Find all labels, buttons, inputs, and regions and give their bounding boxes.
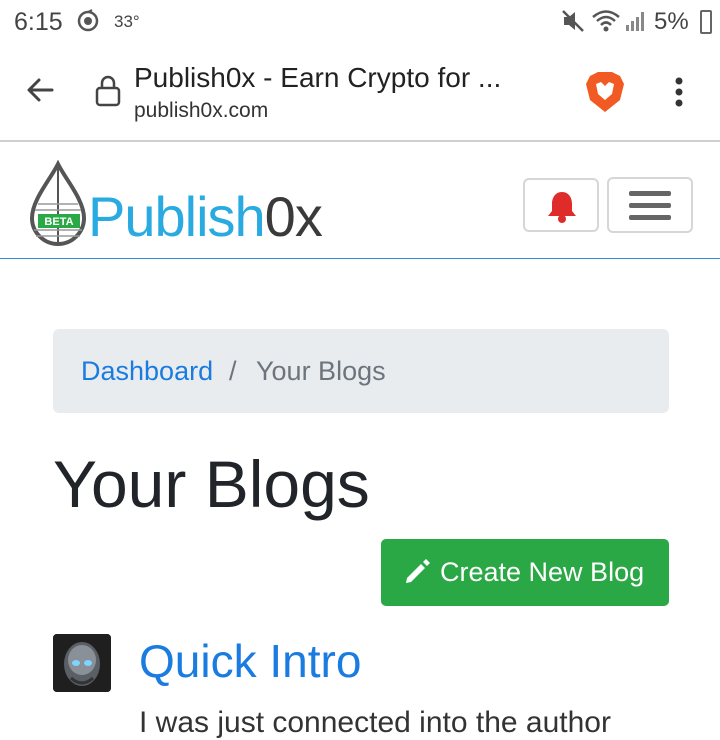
breadcrumb-current: Your Blogs (256, 356, 386, 386)
browser-url-bar: Publish0x - Earn Crypto for ... publish0… (0, 44, 720, 142)
status-bar: 6:15 33° 5% (0, 0, 720, 44)
more-vert-icon[interactable] (670, 76, 688, 115)
site-logo-text[interactable]: Publish0x (88, 184, 323, 249)
hamburger-menu-button[interactable] (607, 177, 693, 233)
breadcrumb-separator: / (229, 356, 237, 386)
blog-excerpt: I was just connected into the author (139, 706, 611, 739)
hamburger-menu-icon (629, 203, 671, 208)
sync-icon (76, 9, 100, 38)
browser-host[interactable]: publish0x.com (134, 99, 268, 123)
pencil-icon (406, 559, 430, 583)
hamburger-menu-icon (629, 215, 671, 220)
breadcrumb: Dashboard / Your Blogs (53, 329, 669, 413)
wifi-icon (591, 9, 621, 38)
back-arrow-icon[interactable] (24, 73, 58, 112)
status-temperature: 33° (114, 12, 140, 31)
logo-text-primary: Publish (88, 185, 266, 248)
create-new-blog-label: Create New Blog (440, 557, 645, 587)
logo-badge: BETA (44, 216, 73, 228)
notifications-button[interactable] (523, 178, 599, 232)
mute-icon (560, 8, 586, 39)
hamburger-menu-icon (629, 191, 671, 196)
signal-icon (625, 10, 647, 37)
page-title: Your Blogs (53, 447, 370, 521)
brave-lion-icon[interactable] (584, 70, 626, 119)
blog-title-link[interactable]: Quick Intro (139, 634, 361, 688)
status-battery-text: 5% (654, 8, 689, 35)
lock-icon[interactable] (94, 74, 122, 113)
blog-avatar[interactable] (53, 634, 111, 692)
create-new-blog-button[interactable]: Create New Blog (381, 539, 669, 606)
notification-bell-icon (548, 192, 576, 223)
battery-icon (700, 10, 712, 34)
status-time: 6:15 (14, 8, 63, 36)
logo-text-secondary: 0x (264, 185, 323, 248)
breadcrumb-dashboard-link[interactable]: Dashboard (81, 356, 213, 387)
publish0x-logo-icon[interactable]: BETA (26, 160, 90, 252)
browser-page-title[interactable]: Publish0x - Earn Crypto for ... (134, 62, 501, 94)
